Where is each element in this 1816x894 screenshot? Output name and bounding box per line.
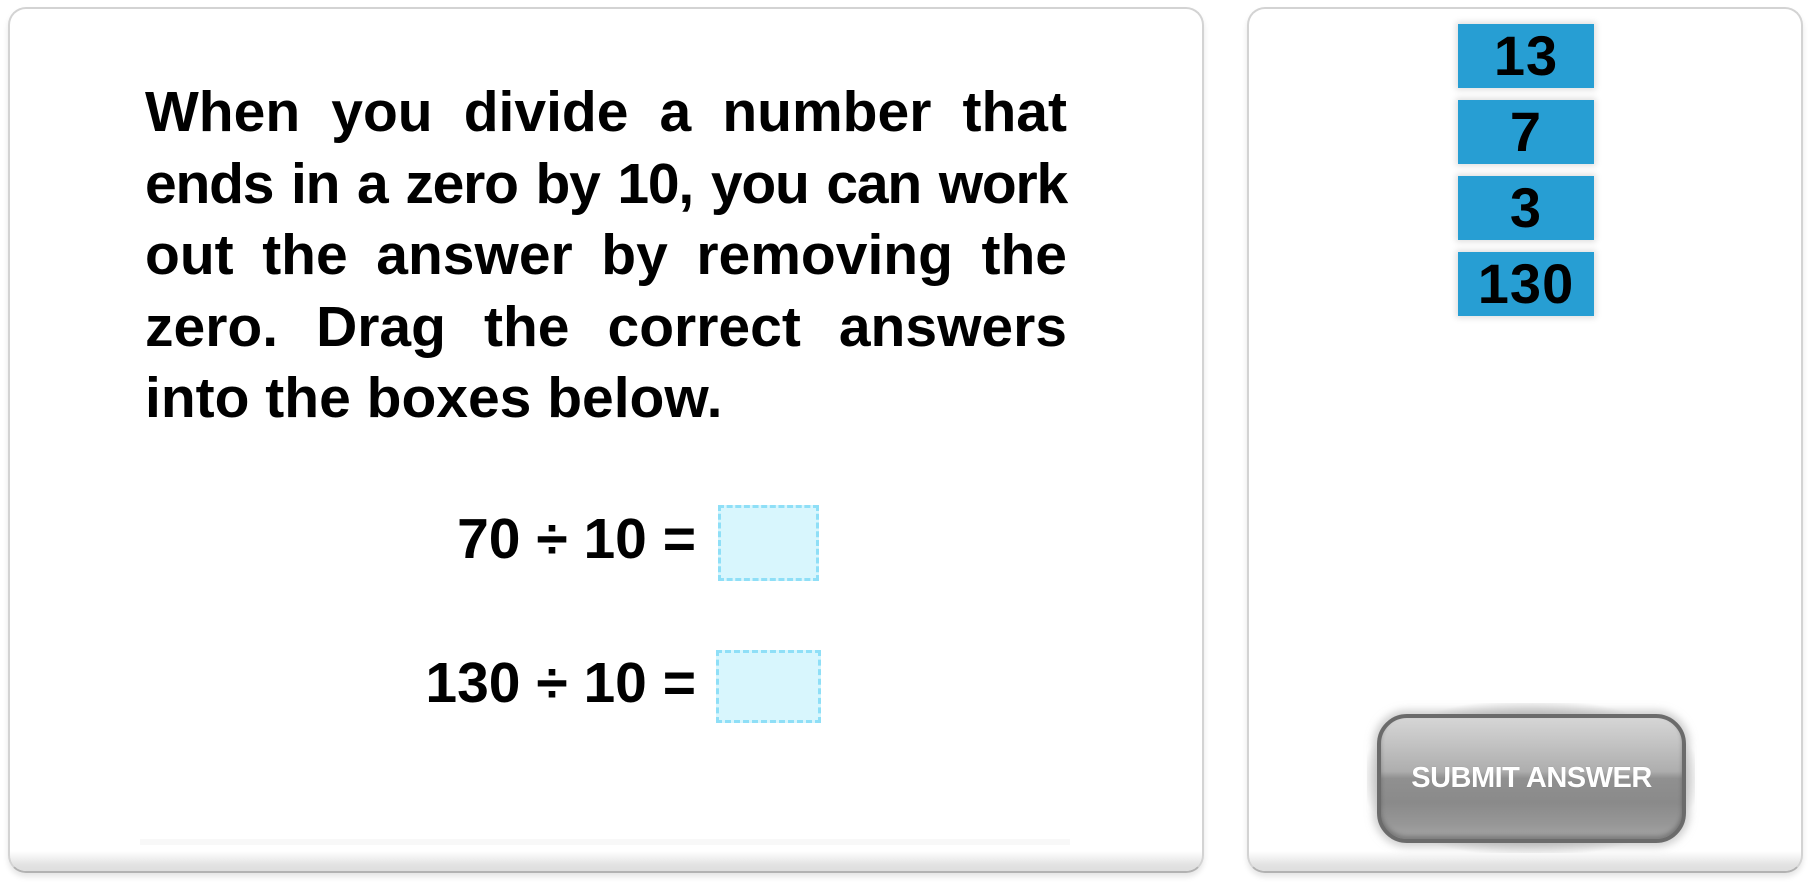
equation-expression: 70 ÷ 10 = — [457, 507, 696, 571]
divider — [140, 839, 1070, 845]
draggable-answer-tile[interactable]: 13 — [1458, 24, 1594, 88]
equation-expression: 130 ÷ 10 = — [425, 651, 696, 715]
draggable-answer-tile[interactable]: 130 — [1458, 252, 1594, 316]
submit-answer-button[interactable]: SUBMIT ANSWER — [1377, 714, 1686, 843]
answer-drop-zone-1[interactable] — [718, 505, 819, 581]
answer-drop-zone-2[interactable] — [716, 650, 821, 723]
question-line: out the answer by removing the — [145, 223, 1067, 287]
equation-2: 130 ÷ 10 = — [10, 655, 696, 715]
question-text: When you divide a number that ends in a … — [145, 77, 1068, 435]
question-line: ends in a zero by 10, you can work — [145, 151, 1068, 216]
question-line: zero. Drag the correct answers — [145, 294, 1067, 359]
draggable-answer-tile[interactable]: 3 — [1458, 176, 1594, 240]
question-line: into the boxes below. — [145, 366, 723, 430]
answers-panel: 13 7 3 130 SUBMIT ANSWER — [1247, 7, 1803, 873]
draggable-answer-tile[interactable]: 7 — [1458, 100, 1594, 164]
equation-1: 70 ÷ 10 = — [10, 511, 696, 571]
question-panel: When you divide a number that ends in a … — [8, 7, 1204, 873]
question-line: When you divide a number that — [145, 80, 1067, 144]
